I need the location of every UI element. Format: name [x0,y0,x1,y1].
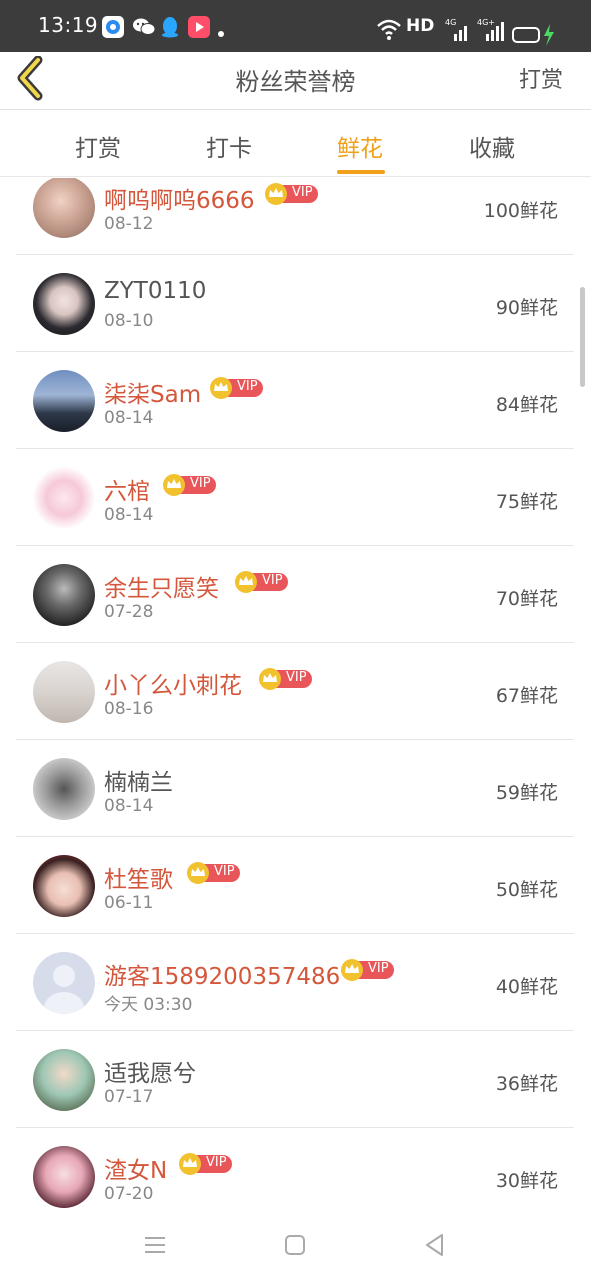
flower-count: 90鲜花 [495,297,558,319]
vip-label: VIP [292,185,313,200]
user-name: 六棺 [104,479,150,505]
date-label: 08-12 [104,214,154,234]
notification-dot [218,31,224,37]
hd-label: HD [406,16,435,36]
flower-count: 100鲜花 [483,200,558,222]
wechat-app-icon [132,16,156,38]
app-header: 粉丝荣誉榜 打赏 [0,52,591,110]
signal-4g-icon: 4G [445,18,467,41]
video-app-icon [188,16,210,38]
back-triangle-icon[interactable] [420,1230,450,1260]
page-title: 粉丝荣誉榜 [235,68,356,96]
user-name: 小丫么小刺花 [104,673,242,699]
vip-label: VIP [190,476,211,491]
flower-count: 50鲜花 [495,879,558,901]
flower-count: 30鲜花 [495,1170,558,1192]
user-name: 适我愿兮 [104,1061,196,1087]
ranking-list[interactable]: 啊呜啊呜6666 VIP 08-12 100鲜花 ZYT0110 08-10 9… [0,178,591,1210]
scrollbar[interactable] [580,287,585,387]
date-label: 08-10 [104,311,154,331]
avatar [33,1049,95,1111]
browser-app-icon [102,16,124,38]
user-name: 柒柒Sam [104,382,202,408]
flower-count: 67鲜花 [495,685,558,707]
flower-count: 84鲜花 [495,394,558,416]
avatar [33,273,95,335]
svg-text:4G+: 4G+ [477,18,495,27]
avatar [33,758,95,820]
default-avatar-icon [44,965,84,1014]
wifi-icon [377,19,401,40]
flower-count: 70鲜花 [495,588,558,610]
date-label: 08-14 [104,408,154,428]
date-label: 07-20 [104,1184,154,1204]
user-name: 杜笙歌 [104,867,173,893]
list-item[interactable]: ZYT0110 08-10 90鲜花 [16,255,574,352]
vip-label: VIP [214,864,235,879]
date-label: 06-11 [104,893,154,913]
vip-label: VIP [286,670,307,685]
list-item[interactable]: 楠楠兰 08-14 59鲜花 [16,740,574,837]
date-label: 07-17 [104,1087,154,1107]
flower-count: 75鲜花 [495,491,558,513]
signal-4g-plus-icon: 4G+ [477,18,504,41]
list-item[interactable]: 六棺 VIP 08-14 75鲜花 [16,449,574,546]
flower-count: 59鲜花 [495,782,558,804]
avatar [33,178,95,238]
date-label: 08-16 [104,699,154,719]
flower-count: 36鲜花 [495,1073,558,1095]
tab-reward[interactable]: 打赏 [75,129,121,163]
avatar [33,370,95,432]
status-time: 13:19 [38,13,99,37]
date-label: 08-14 [104,505,154,525]
list-item[interactable]: 渣女N VIP 07-20 30鲜花 [16,1128,574,1210]
avatar [33,1146,95,1208]
list-item[interactable]: 柒柒Sam VIP 08-14 84鲜花 [16,352,574,449]
list-item[interactable]: 余生只愿笑 VIP 07-28 70鲜花 [16,546,574,643]
vip-label: VIP [206,1155,227,1170]
avatar [33,855,95,917]
vip-label: VIP [368,961,389,976]
system-nav-bar [0,1210,591,1280]
qq-app-icon [160,16,182,38]
battery-charging-icon [512,24,554,46]
list-item[interactable]: 适我愿兮 07-17 36鲜花 [16,1031,574,1128]
list-item[interactable]: 小丫么小刺花 VIP 08-16 67鲜花 [16,643,574,740]
vip-label: VIP [237,379,258,394]
user-name: 楠楠兰 [104,770,173,796]
user-name: 渣女N [104,1158,168,1184]
status-bar: 13:19 HD 4G 4G+ [0,0,591,52]
avatar [33,564,95,626]
avatar [33,661,95,723]
tab-checkin[interactable]: 打卡 [206,129,252,163]
avatar [33,467,95,529]
avatar [33,952,95,1014]
active-tab-indicator [337,170,385,174]
tab-favorites[interactable]: 收藏 [469,129,515,163]
list-item[interactable]: 游客1589200357486 VIP 今天 03:30 40鲜花 [16,934,574,1031]
user-name: ZYT0110 [104,278,207,304]
user-name: 啊呜啊呜6666 [104,188,255,214]
list-item[interactable]: 啊呜啊呜6666 VIP 08-12 100鲜花 [16,178,574,255]
reward-button[interactable]: 打赏 [519,62,563,94]
date-label: 08-14 [104,796,154,816]
date-label: 07-28 [104,602,154,622]
menu-icon[interactable] [140,1230,170,1260]
home-icon[interactable] [280,1230,310,1260]
svg-text:4G: 4G [445,18,456,27]
tab-flowers[interactable]: 鲜花 [337,129,383,163]
tab-bar: 打赏 打卡 鲜花 收藏 [0,111,591,177]
user-name: 游客1589200357486 [104,964,341,990]
date-label: 今天 03:30 [104,995,193,1015]
list-item[interactable]: 杜笙歌 VIP 06-11 50鲜花 [16,837,574,934]
flower-count: 40鲜花 [495,976,558,998]
vip-label: VIP [262,573,283,588]
user-name: 余生只愿笑 [104,576,219,602]
